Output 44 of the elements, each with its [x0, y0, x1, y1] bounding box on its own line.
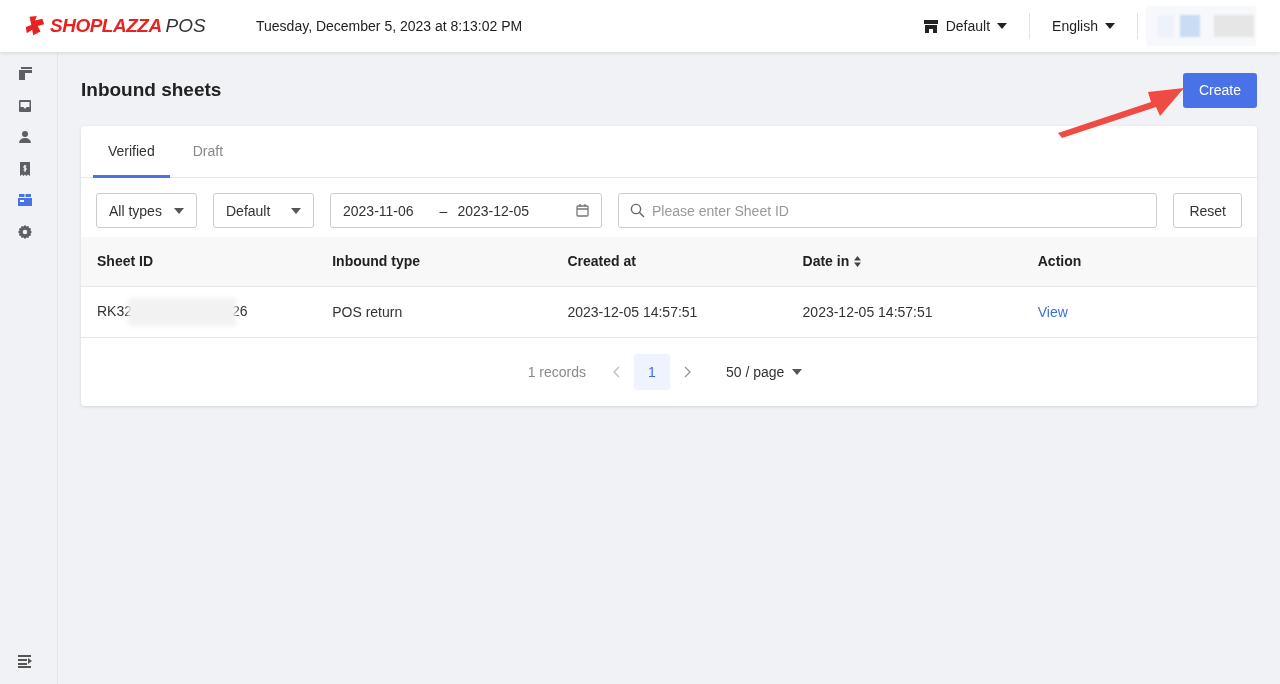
- column-header: Created at: [551, 237, 787, 286]
- column-header: Sheet ID: [81, 237, 317, 286]
- tab[interactable]: Verified: [93, 126, 170, 178]
- page-title: Inbound sheets: [81, 79, 222, 101]
- caret-icon: [174, 207, 184, 214]
- logo-brand-text: SHOPLAZZA: [50, 15, 162, 37]
- caret-icon: [291, 207, 301, 214]
- search-field[interactable]: Please enter Sheet ID: [618, 193, 1158, 228]
- column-header: Action: [1021, 237, 1257, 286]
- sheet-id-text: 26: [232, 302, 248, 319]
- cards-icon[interactable]: [16, 66, 33, 82]
- type-dropdown[interactable]: All types: [96, 193, 197, 228]
- caret-icon: [1105, 23, 1115, 29]
- next-page-icon[interactable]: [684, 365, 692, 378]
- logo-product-text: POS: [165, 15, 206, 37]
- table-cell: 2023-12-05 14:57:51: [567, 303, 698, 320]
- store-dropdown[interactable]: Default: [900, 10, 1030, 42]
- date-range-field[interactable]: 2023-11-06 – 2023-12-05: [330, 193, 602, 228]
- calendar-icon: [576, 204, 589, 217]
- page-size-dropdown[interactable]: 50 / page: [714, 363, 811, 380]
- date-time-text: Tuesday, December 5, 2023 at 8:13:02 PM: [256, 18, 523, 34]
- language-dropdown[interactable]: English: [1030, 10, 1137, 42]
- sort-icon[interactable]: [854, 256, 862, 268]
- tab[interactable]: Draft: [177, 126, 239, 178]
- create-button[interactable]: Create: [1182, 72, 1257, 108]
- store-icon: [922, 18, 939, 34]
- table-cell: 2023-12-05 14:57:51: [802, 303, 933, 320]
- records-count: 1 records: [527, 363, 586, 380]
- caret-icon: [997, 23, 1008, 29]
- column-header[interactable]: Date in: [786, 237, 1022, 286]
- view-link[interactable]: View: [1037, 303, 1068, 320]
- settings-icon[interactable]: [16, 223, 33, 240]
- column-header: Inbound type: [316, 237, 552, 286]
- person-icon[interactable]: [16, 129, 33, 145]
- sheet-id-text: RK32: [97, 302, 133, 319]
- reset-button[interactable]: Reset: [1173, 193, 1242, 228]
- page-button[interactable]: 1: [634, 353, 670, 390]
- box-icon[interactable]: [16, 192, 33, 208]
- table-cell: POS return: [332, 303, 403, 320]
- sort-dropdown[interactable]: Default: [213, 193, 314, 228]
- expand-menu-icon[interactable]: [16, 654, 33, 668]
- caret-icon: [792, 368, 803, 375]
- logo-icon: [24, 15, 46, 37]
- inbox-icon[interactable]: [16, 97, 33, 114]
